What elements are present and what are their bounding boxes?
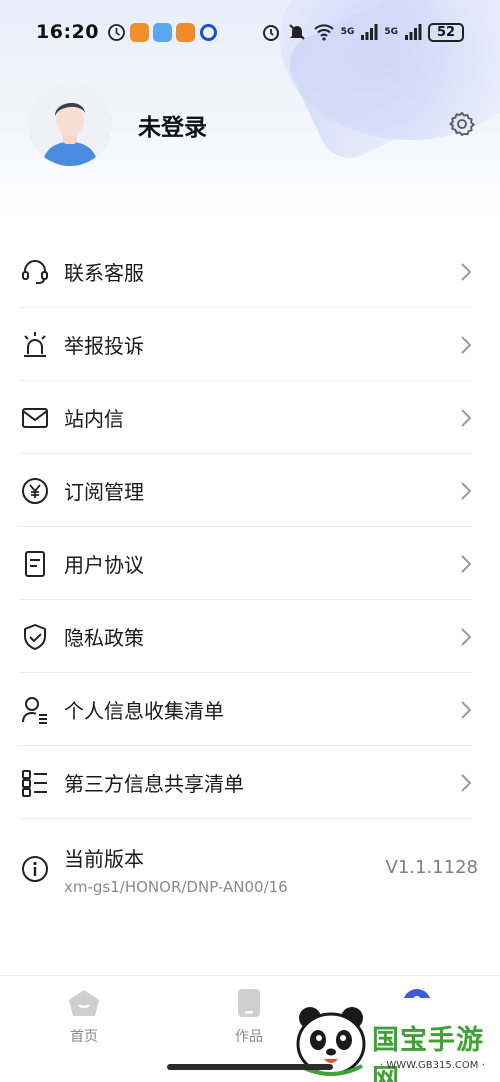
menu-item-label: 站内信 [64, 407, 124, 431]
signal-icon [405, 24, 422, 40]
menu-item-current-version[interactable]: 当前版本 xm-gs1/HONOR/DNP-AN00/16 V1.1.1128 [0, 819, 500, 919]
app-notification-icon [129, 22, 149, 42]
menu-item-label: 联系客服 [64, 261, 144, 285]
app-notification-icon [175, 22, 195, 42]
person-list-icon [22, 696, 47, 724]
weather-app-icon [152, 22, 172, 42]
menu-item-report[interactable]: 举报投诉 [0, 308, 500, 381]
network-type-label: 5G [340, 27, 355, 37]
version-number: V1.1.1128 [385, 857, 478, 878]
home-indicator[interactable] [167, 1064, 333, 1070]
login-status-label[interactable]: 未登录 [138, 108, 207, 142]
menu-item-label: 第三方信息共享清单 [64, 772, 244, 796]
info-icon [22, 856, 48, 882]
cloud-app-icon [199, 23, 217, 41]
chevron-right-icon [461, 263, 472, 281]
mute-icon [288, 24, 305, 40]
chevron-right-icon [461, 336, 472, 354]
timer-app-icon [108, 23, 125, 41]
tab-home[interactable]: 首页 [44, 988, 124, 1046]
list-icon [22, 769, 47, 797]
menu-item-label: 个人信息收集清单 [64, 699, 224, 723]
version-label: 当前版本 [64, 846, 144, 871]
avatar[interactable] [28, 82, 112, 166]
wifi-icon [313, 24, 334, 41]
chevron-right-icon [461, 482, 472, 500]
status-system-icons: 5G 5G 52 [261, 22, 464, 42]
menu-item-label: 举报投诉 [64, 334, 144, 358]
home-icon [69, 990, 99, 1016]
status-bar: 16:20 5G 5G 52 [0, 0, 500, 64]
chevron-right-icon [461, 774, 472, 792]
network-type-label: 5G [384, 27, 398, 37]
menu-item-user-agreement[interactable]: 用户协议 [0, 527, 500, 600]
yen-coin-icon [22, 477, 48, 504]
tab-label: 首页 [70, 1029, 98, 1045]
device-build-info: xm-gs1/HONOR/DNP-AN00/16 [64, 877, 288, 896]
phone-icon [238, 989, 260, 1017]
headset-icon [22, 259, 48, 284]
default-avatar-icon [28, 82, 112, 166]
menu-item-subscription[interactable]: 订阅管理 [0, 454, 500, 527]
menu-item-label: 订阅管理 [64, 480, 144, 504]
battery-indicator: 52 [428, 22, 464, 42]
menu-item-label: 用户协议 [64, 553, 144, 577]
watermark-text: 国宝手游网 [372, 1025, 484, 1082]
shield-check-icon [24, 623, 46, 650]
status-notification-icons [107, 22, 218, 42]
document-icon [25, 550, 45, 577]
settings-gear-icon[interactable] [448, 110, 476, 138]
chevron-right-icon [461, 555, 472, 573]
alarm-icon [262, 25, 279, 41]
menu-item-personal-info-list[interactable]: 个人信息收集清单 [0, 673, 500, 746]
mail-icon [22, 407, 48, 428]
menu-item-customer-service[interactable]: 联系客服 [0, 235, 500, 308]
watermark-url: · WWW.GB315.COM · [380, 1060, 485, 1071]
menu-item-inbox[interactable]: 站内信 [0, 381, 500, 454]
chevron-right-icon [461, 628, 472, 646]
chevron-right-icon [461, 701, 472, 719]
menu-item-label: 隐私政策 [64, 626, 144, 650]
alarm-light-icon [24, 331, 46, 357]
menu-item-third-party-sharing[interactable]: 第三方信息共享清单 [0, 746, 500, 819]
menu-item-privacy-policy[interactable]: 隐私政策 [0, 600, 500, 673]
status-time: 16:20 [36, 21, 99, 43]
settings-menu: 联系客服 举报投诉 站内信 订阅管理 用户协议 隐私政策 个人信息收集清单 第三… [0, 235, 500, 919]
signal-icon [361, 24, 378, 40]
chevron-right-icon [461, 409, 472, 427]
